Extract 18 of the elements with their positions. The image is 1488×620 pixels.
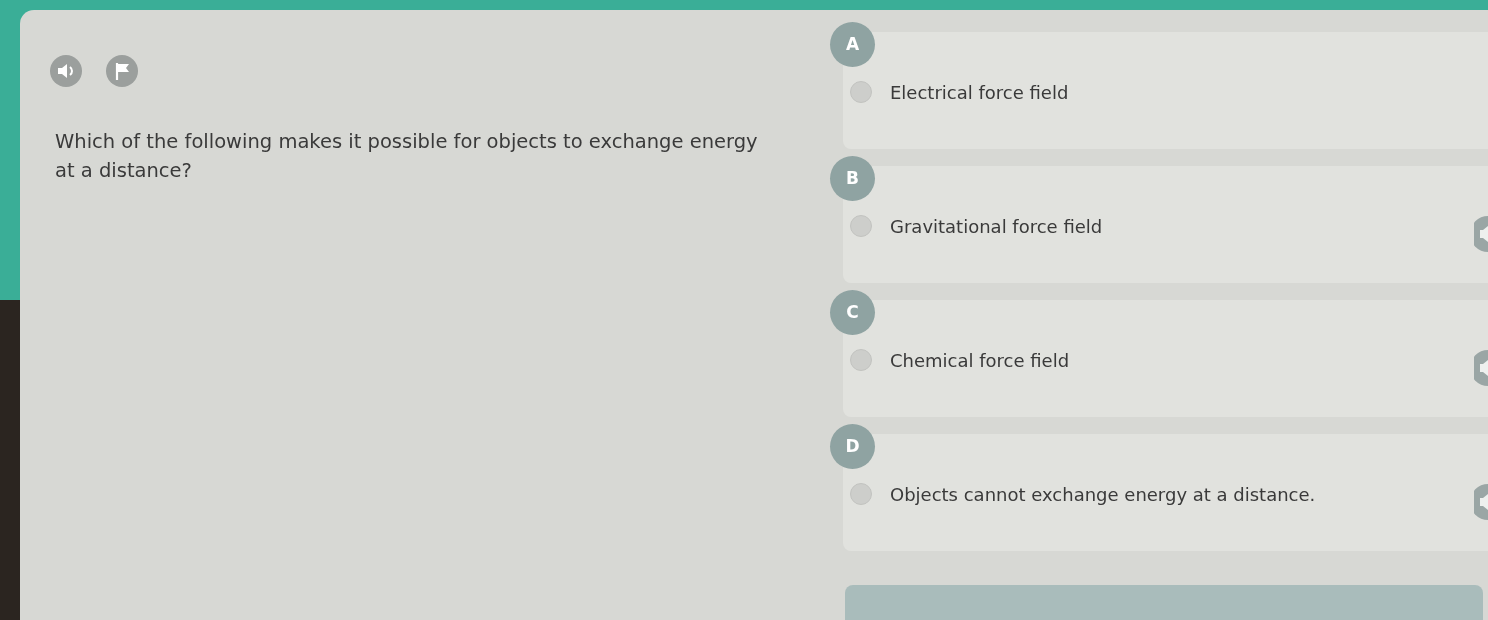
flag-icon[interactable]: [106, 55, 138, 87]
option-letter: C: [830, 290, 875, 335]
option-text: Electrical force field: [890, 81, 1069, 105]
option-text: Chemical force field: [890, 349, 1070, 373]
radio-button[interactable]: [850, 81, 872, 103]
radio-button[interactable]: [850, 349, 872, 371]
radio-button[interactable]: [850, 215, 872, 237]
speaker-icon[interactable]: [50, 55, 82, 87]
option-text: Gravitational force field: [890, 215, 1103, 239]
option-letter: B: [830, 156, 875, 201]
speaker-icon[interactable]: [1474, 216, 1488, 252]
speaker-icon[interactable]: [1474, 350, 1488, 386]
option-letter: A: [830, 22, 875, 67]
speaker-icon[interactable]: [1474, 484, 1488, 520]
option-text: Objects cannot exchange energy at a distance.: [890, 483, 1316, 507]
radio-button[interactable]: [850, 483, 872, 505]
question-text: Which of the following makes it possible for objects to exchange energy at a distance?: [55, 129, 759, 184]
option-letter: D: [830, 424, 875, 469]
